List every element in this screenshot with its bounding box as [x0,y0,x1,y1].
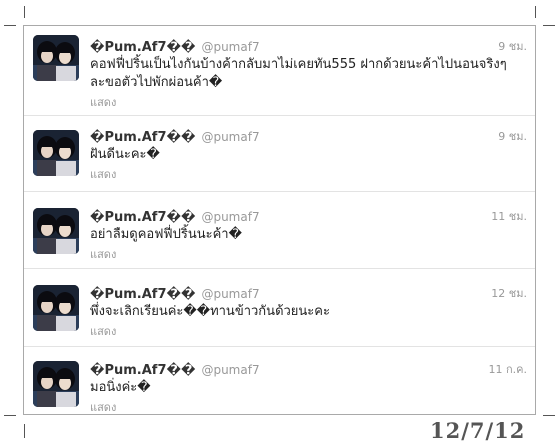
tweet-timestamp[interactable]: 9 ชม. [498,127,527,145]
tweet-text: พึ่งจะเลิกเรียนค่ะ��ทานข้าวกันด้วยนะคะ [90,304,330,319]
avatar[interactable] [33,35,79,81]
avatar-photo-icon [33,285,79,331]
crop-mark [4,415,16,416]
tweet-item[interactable]: �Pum.Af7�� @pumaf7 9 ชม. ฝันดีนะคะ� แสดง [24,116,535,192]
avatar-photo-icon [33,208,79,254]
tweet-timeline: �Pum.Af7�� @pumaf7 9 ชม. คอฟฟี่ปริ้นเป็นไ… [23,25,536,415]
avatar-photo-icon [33,361,79,407]
avatar[interactable] [33,208,79,254]
username-handle[interactable]: @pumaf7 [201,363,259,377]
show-link[interactable]: แสดง [90,165,527,183]
show-link[interactable]: แสดง [90,245,527,263]
tweet-item[interactable]: �Pum.Af7�� @pumaf7 11 ก.ค. มอนิ่งค่ะ� แสด… [24,347,535,414]
crop-mark [24,6,25,18]
display-name[interactable]: �Pum.Af7�� [90,130,195,145]
tweet-item[interactable]: �Pum.Af7�� @pumaf7 9 ชม. คอฟฟี่ปริ้นเป็นไ… [24,26,535,116]
avatar[interactable] [33,285,79,331]
avatar-photo-icon [33,130,79,176]
crop-mark [24,424,25,438]
display-name[interactable]: �Pum.Af7�� [90,210,195,225]
crop-mark [535,6,536,18]
tweet-item[interactable]: �Pum.Af7�� @pumaf7 12 ชม. พึ่งจะเลิกเรียน… [24,269,535,347]
tweet-text: คอฟฟี่ปริ้นเป็นไงกันบ้างค้ากลับมาไม่เคยท… [90,57,507,90]
page: �Pum.Af7�� @pumaf7 9 ชม. คอฟฟี่ปริ้นเป็นไ… [0,0,559,443]
crop-mark [543,415,555,416]
tweet-item[interactable]: �Pum.Af7�� @pumaf7 11 ชม. อย่าลืมดูคอฟฟี่… [24,192,535,269]
show-link[interactable]: แสดง [90,93,527,111]
username-handle[interactable]: @pumaf7 [201,287,259,301]
avatar-photo-icon [33,35,79,81]
display-name[interactable]: �Pum.Af7�� [90,287,195,302]
tweet-timestamp[interactable]: 11 ก.ค. [488,360,527,378]
tweet-timestamp[interactable]: 12 ชม. [491,284,527,302]
avatar[interactable] [33,361,79,407]
tweet-timestamp[interactable]: 9 ชม. [498,37,527,55]
show-link[interactable]: แสดง [90,398,527,416]
username-handle[interactable]: @pumaf7 [201,130,259,144]
tweet-text: ฝันดีนะคะ� [90,147,160,162]
tweet-timestamp[interactable]: 11 ชม. [491,207,527,225]
show-link[interactable]: แสดง [90,322,527,340]
crop-mark [543,25,555,26]
crop-mark [4,25,16,26]
avatar[interactable] [33,130,79,176]
username-handle[interactable]: @pumaf7 [201,40,259,54]
tweet-text: มอนิ่งค่ะ� [90,380,151,395]
date-stamp: 12/7/12 [430,418,526,443]
tweet-text: อย่าลืมดูคอฟฟี่ปริ้นนะค้า� [90,227,242,242]
display-name[interactable]: �Pum.Af7�� [90,40,195,55]
display-name[interactable]: �Pum.Af7�� [90,363,195,378]
username-handle[interactable]: @pumaf7 [201,210,259,224]
